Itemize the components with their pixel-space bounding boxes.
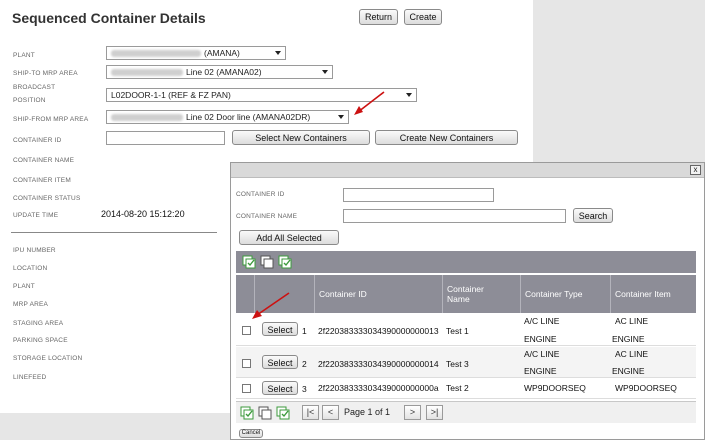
add-all-selected-button[interactable]: Add All Selected <box>239 230 339 245</box>
plant-detail-label: PLANT <box>13 283 35 290</box>
red-arrow-annotation-icon <box>354 91 385 115</box>
chevron-down-icon <box>406 93 412 97</box>
select-row-button[interactable]: Select <box>262 381 298 395</box>
container-item-label: CONTAINER ITEM <box>13 177 71 184</box>
dialog-container-name-input[interactable] <box>343 209 566 223</box>
page-title: Sequenced Container Details <box>12 10 206 26</box>
header-container-type[interactable]: Container Type <box>520 275 610 313</box>
plant-label: PLANT <box>13 52 35 59</box>
container-status-label: CONTAINER STATUS <box>13 195 81 202</box>
broadcast-label: BROADCAST <box>13 84 56 91</box>
row-container-item: WP9DOORSEQ <box>615 383 677 393</box>
select-all-icon[interactable] <box>242 255 256 269</box>
row-container-item: AC LINE <box>615 349 649 359</box>
dialog-container-id-label: CONTAINER ID <box>236 191 285 198</box>
header-container-name[interactable]: Container Name <box>442 275 520 313</box>
search-button[interactable]: Search <box>573 208 613 223</box>
copy-icon[interactable] <box>258 406 272 420</box>
last-page-button[interactable]: >| <box>426 405 443 420</box>
container-id-input[interactable] <box>106 131 225 145</box>
update-time-value: 2014-08-20 15:12:20 <box>101 209 185 219</box>
chevron-down-icon <box>322 70 328 74</box>
select-all-icon[interactable] <box>240 406 254 420</box>
row-container-type: A/C LINE <box>524 349 560 359</box>
grid-toolbar <box>236 251 696 273</box>
ship-from-label: SHIP-FROM MRP AREA <box>13 116 89 123</box>
dialog-container-name-label: CONTAINER NAME <box>236 213 298 220</box>
check-selected-icon[interactable] <box>278 255 292 269</box>
grid-header: Container ID Container Name Container Ty… <box>236 275 696 313</box>
copy-icon[interactable] <box>260 255 274 269</box>
prev-page-button[interactable]: < <box>322 405 339 420</box>
row-container-item-line2: ENGINE <box>612 366 645 376</box>
row-index: 3 <box>302 384 307 394</box>
row-container-name: Test 2 <box>446 383 469 393</box>
row-container-id: 2f220383333034390000000014 <box>318 359 439 369</box>
table-row: Select 2 2f220383333034390000000014 Test… <box>236 347 696 378</box>
table-row: Select 1 2f220383333034390000000013 Test… <box>236 314 696 346</box>
row-index: 1 <box>302 326 307 336</box>
next-page-button[interactable]: > <box>404 405 421 420</box>
page-indicator: Page 1 of 1 <box>344 407 391 417</box>
section-divider <box>11 232 217 233</box>
red-arrow-annotation-icon <box>252 292 290 319</box>
chevron-down-icon <box>338 115 344 119</box>
create-button[interactable]: Create <box>404 9 442 25</box>
redacted-text <box>111 114 183 122</box>
row-container-type-line2: ENGINE <box>524 366 557 376</box>
table-row: Select 3 2f22038333303439000000000a Test… <box>236 379 696 399</box>
row-container-name: Test 3 <box>446 359 469 369</box>
row-index: 2 <box>302 359 307 369</box>
row-checkbox[interactable] <box>242 326 251 335</box>
row-container-id: 2f22038333303439000000000a <box>318 383 439 393</box>
location-label: LOCATION <box>13 265 48 272</box>
select-row-button[interactable]: Select <box>262 322 298 336</box>
select-new-containers-button[interactable]: Select New Containers <box>232 130 370 145</box>
dialog-title-bar: x <box>231 163 704 178</box>
create-new-containers-button[interactable]: Create New Containers <box>375 130 518 145</box>
container-name-label: CONTAINER NAME <box>13 157 75 164</box>
row-container-id: 2f220383333034390000000013 <box>318 326 439 336</box>
row-container-type-line2: ENGINE <box>524 334 557 344</box>
cancel-button[interactable]: Cancel <box>239 429 263 438</box>
mrp-area-label: MRP AREA <box>13 301 49 308</box>
row-container-name: Test 1 <box>446 326 469 336</box>
staging-area-label: STAGING AREA <box>13 320 64 327</box>
row-checkbox[interactable] <box>242 384 251 393</box>
check-selected-icon[interactable] <box>276 406 290 420</box>
parking-space-label: PARKING SPACE <box>13 337 68 344</box>
broadcast-position-label: POSITION <box>13 97 46 104</box>
select-row-button[interactable]: Select <box>262 355 298 369</box>
redacted-text <box>111 69 183 77</box>
row-container-type: WP9DOORSEQ <box>524 383 586 393</box>
return-button[interactable]: Return <box>359 9 398 25</box>
update-time-label: UPDATE TIME <box>13 212 59 219</box>
row-container-type: A/C LINE <box>524 316 560 326</box>
row-checkbox[interactable] <box>242 359 251 368</box>
ship-from-select[interactable]: Line 02 Door line (AMANA02DR) <box>106 110 349 124</box>
row-container-item-line2: ENGINE <box>612 334 645 344</box>
first-page-button[interactable]: |< <box>302 405 319 420</box>
header-container-item[interactable]: Container Item <box>610 275 696 313</box>
ship-to-select[interactable]: Line 02 (AMANA02) <box>106 65 333 79</box>
ipu-number-label: IPU NUMBER <box>13 247 56 254</box>
dialog-container-id-input[interactable] <box>343 188 494 202</box>
plant-select[interactable]: (AMANA) <box>106 46 286 60</box>
select-container-dialog: x CONTAINER ID CONTAINER NAME Search Add… <box>230 162 705 440</box>
container-id-label: CONTAINER ID <box>13 137 62 144</box>
linefeed-label: LINEFEED <box>13 374 47 381</box>
chevron-down-icon <box>275 51 281 55</box>
ship-to-label: SHIP-TO MRP AREA <box>13 70 78 77</box>
redacted-text <box>111 50 201 58</box>
row-container-item: AC LINE <box>615 316 649 326</box>
close-icon[interactable]: x <box>690 165 701 175</box>
grid-pager: |< < Page 1 of 1 > >| <box>236 401 696 423</box>
storage-location-label: STORAGE LOCATION <box>13 355 83 362</box>
header-container-id[interactable]: Container ID <box>314 275 442 313</box>
